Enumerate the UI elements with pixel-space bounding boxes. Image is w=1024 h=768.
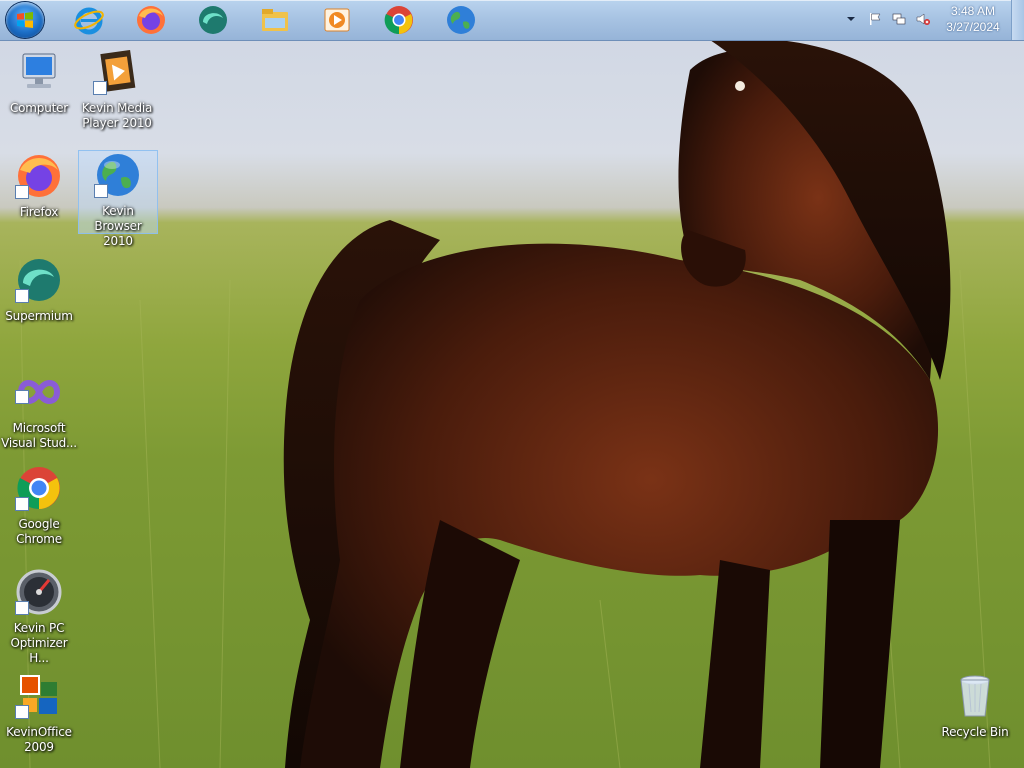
desktop-icon-computer[interactable]: Computer bbox=[0, 48, 78, 116]
computer-icon bbox=[22, 53, 56, 88]
desktop-icon-label: KevinOffice 2009 bbox=[6, 725, 72, 754]
desktop-icon-kevin-browser[interactable]: Kevin Browser 2010 bbox=[78, 150, 158, 248]
desktop-icon-supermium[interactable]: Supermium bbox=[0, 256, 78, 324]
media-player-icon[interactable] bbox=[321, 4, 353, 36]
desktop-icon-label: Supermium bbox=[5, 309, 73, 323]
shortcut-arrow-icon bbox=[15, 705, 29, 719]
windows-logo-icon bbox=[17, 12, 33, 28]
clock[interactable]: 3:48 AM 3/27/2024 bbox=[940, 3, 1006, 35]
show-desktop-button[interactable] bbox=[1011, 0, 1024, 40]
google-chrome-icon[interactable] bbox=[383, 4, 415, 36]
shortcut-arrow-icon bbox=[93, 81, 107, 95]
shortcut-arrow-icon bbox=[15, 289, 29, 303]
internet-explorer-icon[interactable] bbox=[73, 4, 105, 36]
desktop-icon-firefox[interactable]: Firefox bbox=[0, 152, 78, 220]
desktop-icon-label: Google Chrome bbox=[16, 517, 62, 546]
shortcut-arrow-icon bbox=[94, 184, 108, 198]
shortcut-arrow-icon bbox=[15, 497, 29, 511]
start-button[interactable] bbox=[6, 2, 44, 38]
shortcut-arrow-icon bbox=[15, 601, 29, 615]
volume-muted-icon[interactable] bbox=[916, 12, 930, 26]
desktop-icon-visual-studio[interactable]: Microsoft Visual Stud... bbox=[0, 368, 78, 451]
desktop-icon-recycle-bin[interactable]: Recycle Bin bbox=[936, 672, 1014, 740]
show-hidden-icons-chevron-icon[interactable] bbox=[844, 12, 858, 26]
clock-time: 3:48 AM bbox=[950, 4, 996, 18]
file-explorer-icon[interactable] bbox=[259, 4, 291, 36]
desktop-icon-kevinoffice[interactable]: KevinOffice 2009 bbox=[0, 672, 78, 755]
desktop-icon-label: Computer bbox=[9, 101, 69, 115]
network-icon[interactable] bbox=[892, 12, 906, 26]
clock-date: 3/27/2024 bbox=[946, 20, 1000, 34]
supermium-icon[interactable] bbox=[197, 4, 229, 36]
desktop-icon-label: Kevin Media Player 2010 bbox=[81, 101, 153, 130]
desktop-icon-label: Kevin PC Optimizer H... bbox=[10, 621, 68, 665]
firefox-icon[interactable] bbox=[135, 4, 167, 36]
desktop-icon-kevin-media-player[interactable]: Kevin Media Player 2010 bbox=[78, 48, 156, 131]
action-center-flag-icon[interactable] bbox=[868, 12, 882, 26]
shortcut-arrow-icon bbox=[15, 390, 29, 404]
recycle-bin-icon bbox=[960, 675, 990, 717]
desktop-icon-label: Kevin Browser 2010 bbox=[94, 204, 142, 248]
kevin-browser-icon[interactable] bbox=[445, 4, 477, 36]
desktop-icon-label: Firefox bbox=[19, 205, 59, 219]
taskbar: 3:48 AM 3/27/2024 bbox=[0, 0, 1024, 41]
desktop-icon-label: Recycle Bin bbox=[941, 725, 1009, 739]
desktop-icon-kevin-pc-optimizer[interactable]: Kevin PC Optimizer H... bbox=[0, 568, 78, 666]
desktop-icon-label: Microsoft Visual Stud... bbox=[1, 421, 77, 450]
shortcut-arrow-icon bbox=[15, 185, 29, 199]
desktop-icon-google-chrome[interactable]: Google Chrome bbox=[0, 464, 78, 547]
